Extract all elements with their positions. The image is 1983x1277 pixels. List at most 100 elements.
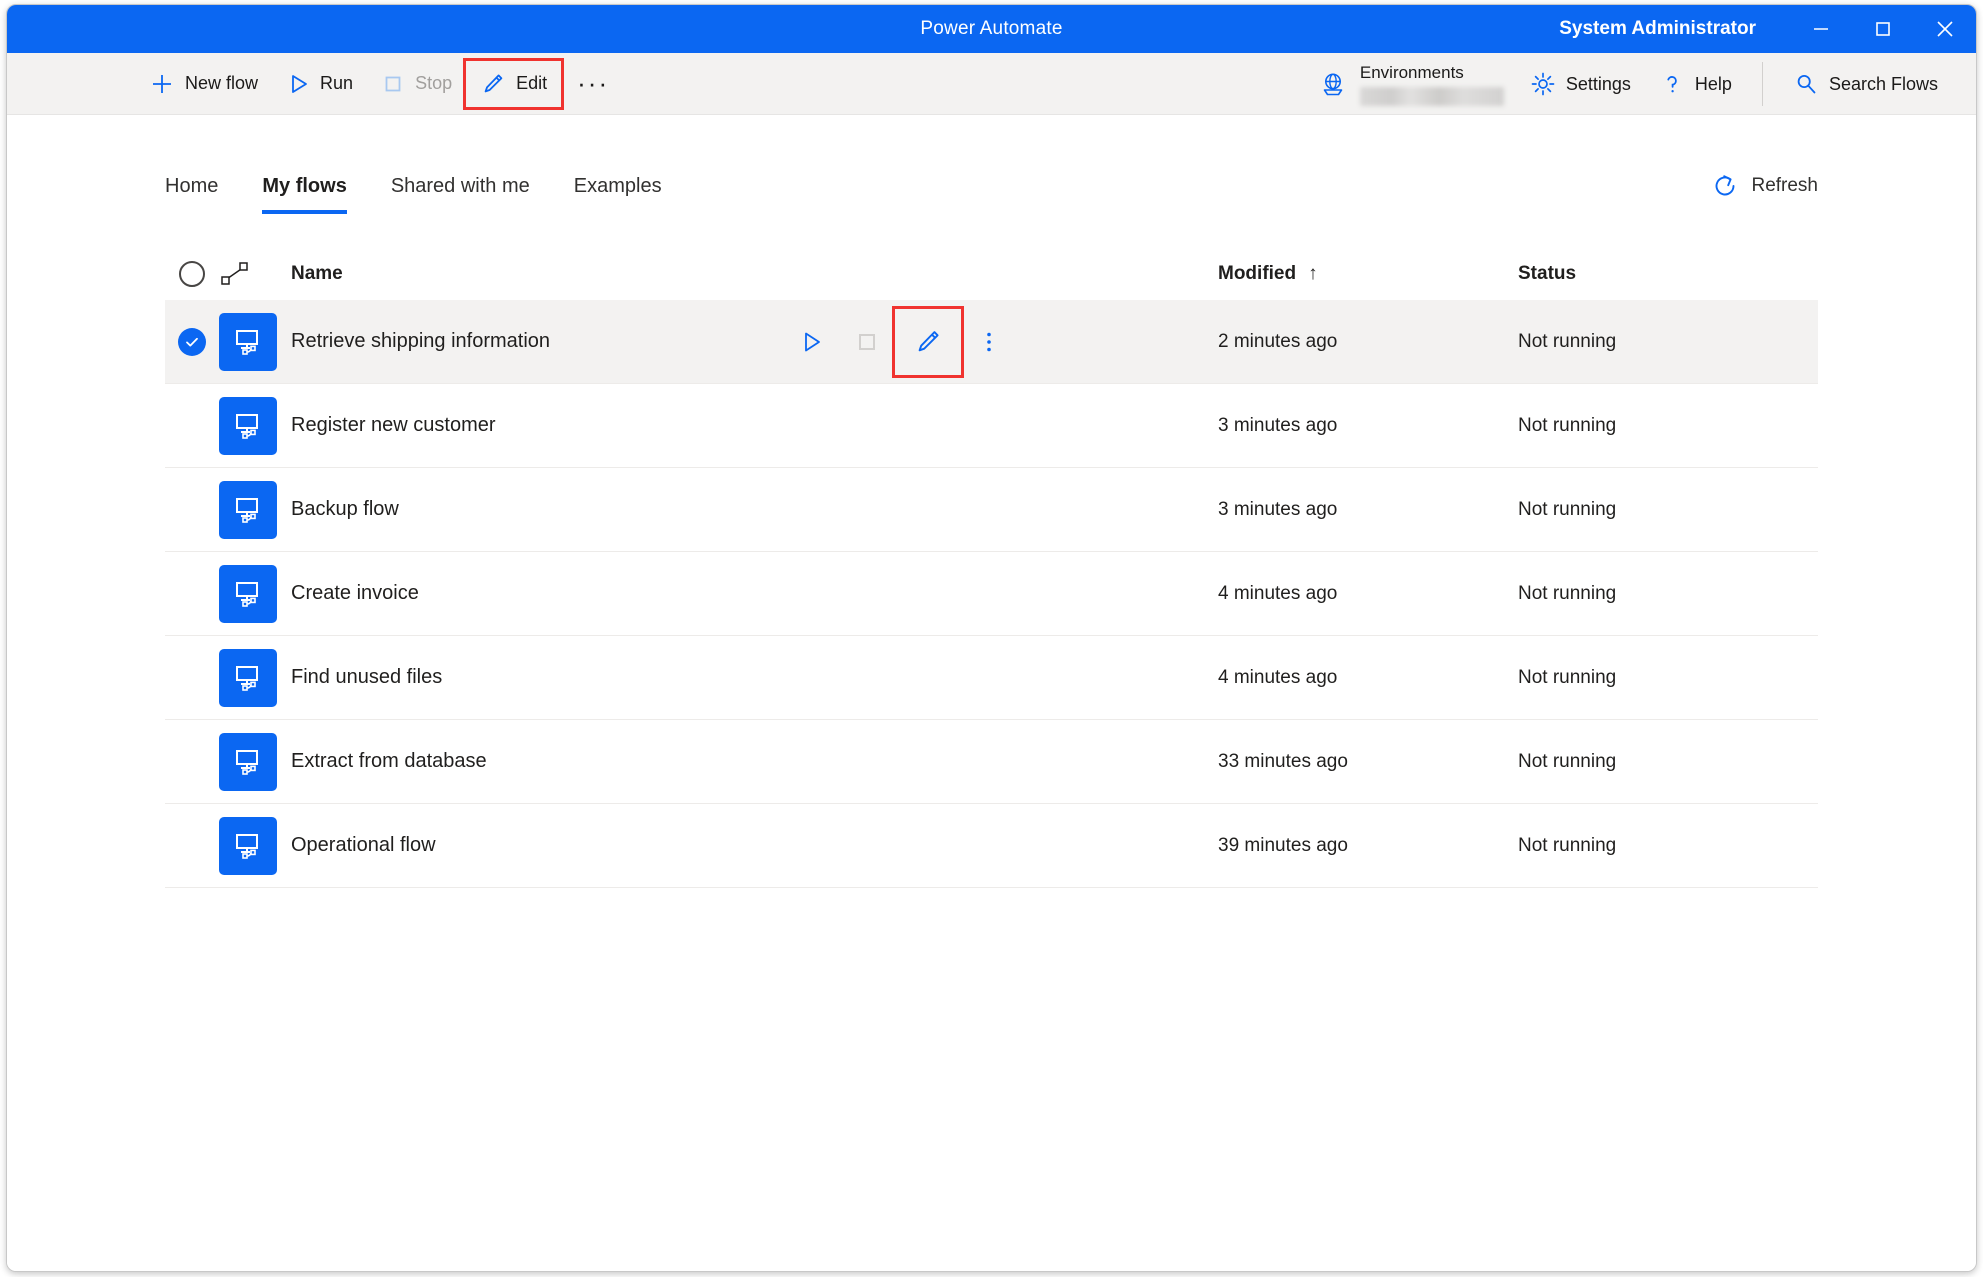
edit-label: Edit <box>516 73 548 93</box>
desktop-flow-icon <box>219 312 277 371</box>
row-modified: 3 minutes ago <box>1218 414 1338 436</box>
row-selected-checkbox[interactable] <box>178 327 206 356</box>
table-row[interactable]: Register new customer 3 minutes ago Not … <box>165 384 1818 468</box>
help-button[interactable]: Help <box>1645 61 1746 107</box>
row-modified: 4 minutes ago <box>1218 666 1338 688</box>
environments-selector[interactable]: Environments <box>1306 58 1516 110</box>
refresh-icon <box>1716 175 1735 196</box>
command-bar-left: New flow Run Stop Edit ··· <box>7 57 625 110</box>
pencil-icon <box>484 74 503 92</box>
environments-label: Environments <box>1359 62 1464 82</box>
tab-my-flows[interactable]: My flows <box>262 175 348 214</box>
row-status: Not running <box>1518 414 1617 436</box>
row-status: Not running <box>1518 666 1617 688</box>
sort-ascending-icon: ↑ <box>1308 263 1318 284</box>
row-flow-icon-cell <box>219 312 291 371</box>
table-row[interactable]: Extract from database 33 minutes ago Not… <box>165 720 1818 804</box>
desktop-flow-glyph <box>236 749 258 775</box>
desktop-flow-glyph <box>236 665 258 691</box>
new-flow-label: New flow <box>185 73 259 93</box>
desktop-flow-glyph <box>236 833 258 859</box>
row-name[interactable]: Retrieve shipping information <box>291 330 1218 353</box>
row-modified: 3 minutes ago <box>1218 498 1338 520</box>
row-status: Not running <box>1518 498 1617 520</box>
desktop-flow-icon <box>219 732 277 791</box>
environments-text: Environments <box>1359 62 1504 106</box>
flow-type-icon <box>221 262 248 285</box>
tab-examples[interactable]: Examples <box>574 175 662 214</box>
modified-header-label: Modified <box>1218 263 1297 284</box>
row-stop-button <box>839 314 895 370</box>
row-edit-button[interactable] <box>892 306 964 378</box>
table-row[interactable]: Create invoice 4 minutes ago Not running <box>165 552 1818 636</box>
row-name[interactable]: Backup flow <box>291 498 1218 521</box>
refresh-button[interactable]: Refresh <box>1711 172 1818 200</box>
command-bar: New flow Run Stop Edit ··· Environments … <box>7 53 1976 115</box>
row-modified: 4 minutes ago <box>1218 582 1338 604</box>
row-modified: 2 minutes ago <box>1218 330 1338 352</box>
desktop-flow-icon <box>219 396 277 455</box>
row-name[interactable]: Register new customer <box>291 414 1218 437</box>
row-flow-icon-cell <box>219 396 291 455</box>
stop-label: Stop <box>415 73 453 93</box>
command-bar-right: Environments Settings Help Search Flows <box>1306 53 1952 115</box>
table-row[interactable]: Operational flow 39 minutes ago Not runn… <box>165 804 1818 888</box>
search-icon <box>1797 75 1816 94</box>
run-button[interactable]: Run <box>272 61 367 107</box>
table-row[interactable]: Backup flow 3 minutes ago Not running <box>165 468 1818 552</box>
tab-shared-with-me[interactable]: Shared with me <box>391 175 530 214</box>
row-modified: 39 minutes ago <box>1218 834 1348 856</box>
stop-icon <box>859 334 875 350</box>
tab-home[interactable]: Home <box>165 175 218 214</box>
row-select-cell <box>165 327 219 356</box>
minimize-button[interactable] <box>1790 5 1852 53</box>
desktop-flow-icon <box>219 480 277 539</box>
question-mark-icon <box>1667 76 1677 93</box>
run-label: Run <box>320 73 354 93</box>
stop-icon <box>385 76 401 91</box>
stop-button: Stop <box>367 61 466 107</box>
settings-button[interactable]: Settings <box>1516 61 1645 107</box>
environments-value-redacted <box>1359 86 1504 106</box>
modified-column-header[interactable]: Modified ↑ <box>1218 263 1518 285</box>
name-column-header[interactable]: Name <box>291 263 1218 285</box>
row-status: Not running <box>1518 834 1617 856</box>
table-row[interactable]: Retrieve shipping information 2 minutes … <box>165 300 1818 384</box>
close-button[interactable] <box>1914 5 1976 53</box>
maximize-button[interactable] <box>1852 5 1914 53</box>
desktop-flow-icon <box>219 648 277 707</box>
desktop-flow-icon <box>219 564 277 623</box>
row-more-button[interactable] <box>961 314 1017 370</box>
refresh-label: Refresh <box>1751 175 1818 196</box>
new-flow-button[interactable]: New flow <box>135 61 272 107</box>
row-run-button[interactable] <box>783 314 839 370</box>
application-window: Power Automate System Administrator New … <box>6 4 1977 1272</box>
row-name[interactable]: Operational flow <box>291 834 1218 857</box>
row-status: Not running <box>1518 330 1617 352</box>
command-bar-divider <box>1761 62 1763 106</box>
row-flow-icon-cell <box>219 732 291 791</box>
plus-icon <box>153 74 171 93</box>
edit-button[interactable]: Edit <box>463 57 565 110</box>
table-header-row: Name Modified ↑ Status <box>165 248 1818 300</box>
help-label: Help <box>1694 73 1732 94</box>
row-name[interactable]: Create invoice <box>291 582 1218 605</box>
page-content: Home My flows Shared with me Examples Re… <box>7 115 1976 1271</box>
row-flow-icon-cell <box>219 564 291 623</box>
gear-icon <box>1531 72 1555 96</box>
settings-label: Settings <box>1565 73 1631 94</box>
desktop-flow-glyph <box>236 413 258 439</box>
row-name[interactable]: Find unused files <box>291 666 1218 689</box>
select-all-radio[interactable] <box>179 261 205 287</box>
select-all-cell <box>165 261 219 287</box>
check-icon <box>186 337 198 347</box>
more-commands-button[interactable]: ··· <box>561 61 625 107</box>
search-flows-button[interactable]: Search Flows <box>1779 61 1952 107</box>
row-name[interactable]: Extract from database <box>291 750 1218 773</box>
table-row[interactable]: Find unused files 4 minutes ago Not runn… <box>165 636 1818 720</box>
globe-icon <box>1323 73 1343 96</box>
flow-type-header-cell <box>219 259 291 289</box>
tab-bar: Home My flows Shared with me Examples Re… <box>165 115 1818 214</box>
row-modified: 33 minutes ago <box>1218 750 1348 772</box>
status-column-header[interactable]: Status <box>1518 263 1818 285</box>
